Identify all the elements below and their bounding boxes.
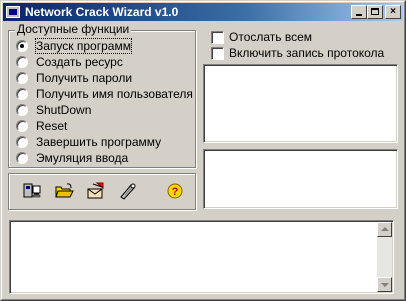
svg-text:?: ? bbox=[172, 186, 179, 198]
checkbox-label: Включить запись протокола bbox=[229, 46, 385, 60]
radio-button[interactable] bbox=[16, 88, 28, 100]
scroll-down-button[interactable] bbox=[377, 277, 392, 292]
checkbox[interactable] bbox=[211, 47, 224, 60]
open-folder-icon[interactable] bbox=[53, 181, 75, 201]
tools-icon[interactable] bbox=[117, 181, 139, 201]
checkbox-label: Отослать всем bbox=[229, 30, 313, 44]
radio-button[interactable] bbox=[16, 152, 28, 164]
radio-button[interactable] bbox=[16, 72, 28, 84]
radio-label: Получить имя пользователя bbox=[36, 87, 193, 101]
window-title: Network Crack Wizard v1.0 bbox=[25, 5, 179, 19]
log-textarea[interactable] bbox=[9, 220, 394, 294]
radio-label: Reset bbox=[36, 119, 68, 133]
log-scrollbar[interactable] bbox=[377, 222, 392, 292]
radio-label: Завершить программу bbox=[36, 135, 162, 149]
maximize-icon bbox=[371, 8, 379, 15]
arrow-down-icon bbox=[381, 283, 389, 287]
title-bar[interactable]: Network Crack Wizard v1.0 × bbox=[3, 3, 403, 21]
scroll-up-button[interactable] bbox=[377, 222, 392, 237]
functions-group-legend: Доступные функции bbox=[15, 22, 132, 36]
send-mail-icon[interactable] bbox=[85, 181, 107, 201]
radio-label: Эмуляция ввода bbox=[36, 151, 129, 165]
details-panel[interactable] bbox=[203, 149, 398, 209]
main-window: Network Crack Wizard v1.0 × Доступные фу… bbox=[0, 0, 406, 301]
arrow-up-icon bbox=[381, 227, 389, 231]
radio-button[interactable] bbox=[16, 120, 28, 132]
close-button[interactable]: × bbox=[385, 5, 401, 19]
radio-button[interactable] bbox=[16, 56, 28, 68]
app-icon[interactable] bbox=[6, 6, 20, 18]
radio-button[interactable] bbox=[16, 104, 28, 116]
close-icon: × bbox=[390, 6, 396, 17]
radio-label: Запуск программ bbox=[35, 38, 132, 54]
radio-label: ShutDown bbox=[36, 103, 92, 117]
computer-icon[interactable] bbox=[21, 181, 43, 201]
radio-label: Получить пароли bbox=[36, 71, 133, 85]
help-icon[interactable]: ? bbox=[164, 181, 186, 201]
minimize-button[interactable] bbox=[351, 5, 367, 19]
radio-button[interactable] bbox=[16, 40, 28, 52]
maximize-button[interactable] bbox=[367, 5, 383, 19]
hosts-list-panel[interactable] bbox=[203, 64, 398, 143]
radio-label: Создать ресурс bbox=[36, 55, 123, 69]
checkbox[interactable] bbox=[211, 31, 224, 44]
minimize-icon bbox=[356, 14, 362, 16]
radio-button[interactable] bbox=[16, 136, 28, 148]
